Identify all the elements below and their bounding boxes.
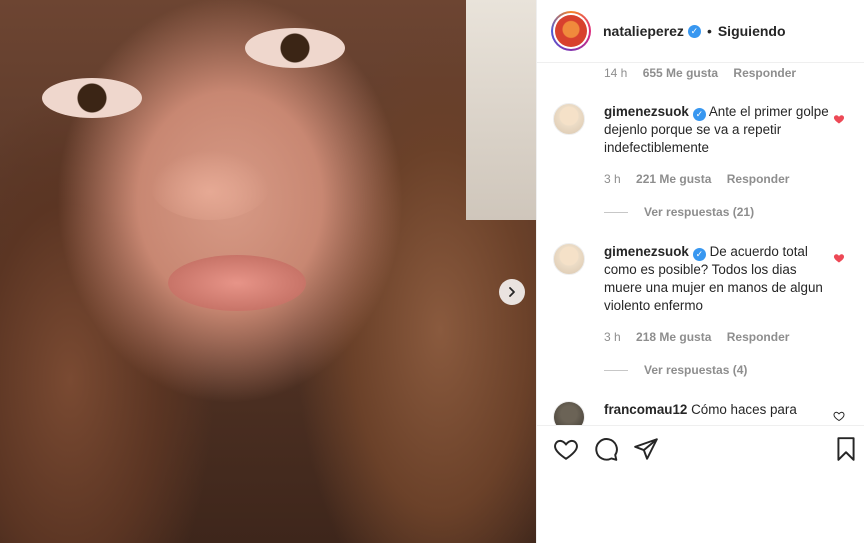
reply-button[interactable]: Responder xyxy=(733,66,796,80)
comment-body: Cómo haces para xyxy=(691,402,797,417)
comment-likes[interactable]: 218 Me gusta xyxy=(636,330,711,344)
commenter-avatar[interactable] xyxy=(553,243,585,275)
chevron-right-icon xyxy=(509,287,515,297)
replies-divider xyxy=(604,369,628,371)
bookmark-icon[interactable] xyxy=(833,436,859,462)
commenter-username[interactable]: gimenezsuok xyxy=(604,244,689,259)
heart-outline-icon[interactable] xyxy=(833,410,845,422)
verified-badge-icon: ✓ xyxy=(692,108,706,121)
commenter-username[interactable]: francomau12 xyxy=(604,402,687,417)
comment-meta: 14 h 655 Me gusta Responder xyxy=(604,66,808,80)
header-separator: • xyxy=(706,23,712,39)
liked-heart-icon[interactable] xyxy=(833,113,845,125)
reply-button[interactable]: Responder xyxy=(727,172,790,186)
post-media[interactable] xyxy=(0,0,536,543)
speech-bubble-icon[interactable] xyxy=(593,436,619,462)
comments-list[interactable]: 14 h 655 Me gusta Responder gimenezsuok ✓… xyxy=(537,63,864,425)
following-button[interactable]: Siguiendo xyxy=(718,23,786,39)
view-replies-button[interactable]: Ver respuestas (4) xyxy=(604,363,747,377)
comment-meta: 3 h 218 Me gusta Responder xyxy=(604,330,801,344)
verified-badge-icon: ✓ xyxy=(692,248,706,261)
replies-divider xyxy=(604,211,628,213)
post-side-panel: natalieperez ✓ • Siguiendo 14 h 655 Me g… xyxy=(536,0,864,543)
post-footer xyxy=(537,473,864,543)
post-actions-bar xyxy=(537,425,864,473)
comment-time: 14 h xyxy=(604,66,628,80)
comment-text: gimenezsuok ✓ De acuerdo total como es po… xyxy=(604,243,829,315)
post-header: natalieperez ✓ • Siguiendo xyxy=(537,0,864,63)
comment-text: francomau12 Cómo haces para xyxy=(604,401,829,419)
author-username[interactable]: natalieperez xyxy=(603,23,684,39)
face-nose xyxy=(150,150,270,220)
comment-meta: 3 h 221 Me gusta Responder xyxy=(604,172,801,186)
commenter-avatar[interactable] xyxy=(553,103,585,135)
heart-outline-icon[interactable] xyxy=(553,436,579,462)
comment-likes[interactable]: 655 Me gusta xyxy=(643,66,718,80)
comment-likes[interactable]: 221 Me gusta xyxy=(636,172,711,186)
face-eye-left xyxy=(42,78,142,118)
reply-button[interactable]: Responder xyxy=(727,330,790,344)
background-wall xyxy=(466,0,536,220)
view-replies-label: Ver respuestas (4) xyxy=(644,363,748,377)
view-replies-label: Ver respuestas (21) xyxy=(644,205,755,219)
commenter-username[interactable]: gimenezsuok xyxy=(604,104,689,119)
commenter-avatar[interactable] xyxy=(553,401,585,425)
comment-text: gimenezsuok ✓ Ante el primer golpe dejenl… xyxy=(604,103,829,157)
view-replies-button[interactable]: Ver respuestas (21) xyxy=(604,205,754,219)
comment-time: 3 h xyxy=(604,330,621,344)
paper-plane-icon[interactable] xyxy=(633,436,659,462)
face-lips xyxy=(168,255,306,311)
face-eye-right xyxy=(245,28,345,68)
verified-badge-icon: ✓ xyxy=(687,24,701,38)
comment-time: 3 h xyxy=(604,172,621,186)
author-avatar[interactable] xyxy=(551,11,591,51)
liked-heart-icon[interactable] xyxy=(833,252,845,264)
next-media-button[interactable] xyxy=(499,279,525,305)
